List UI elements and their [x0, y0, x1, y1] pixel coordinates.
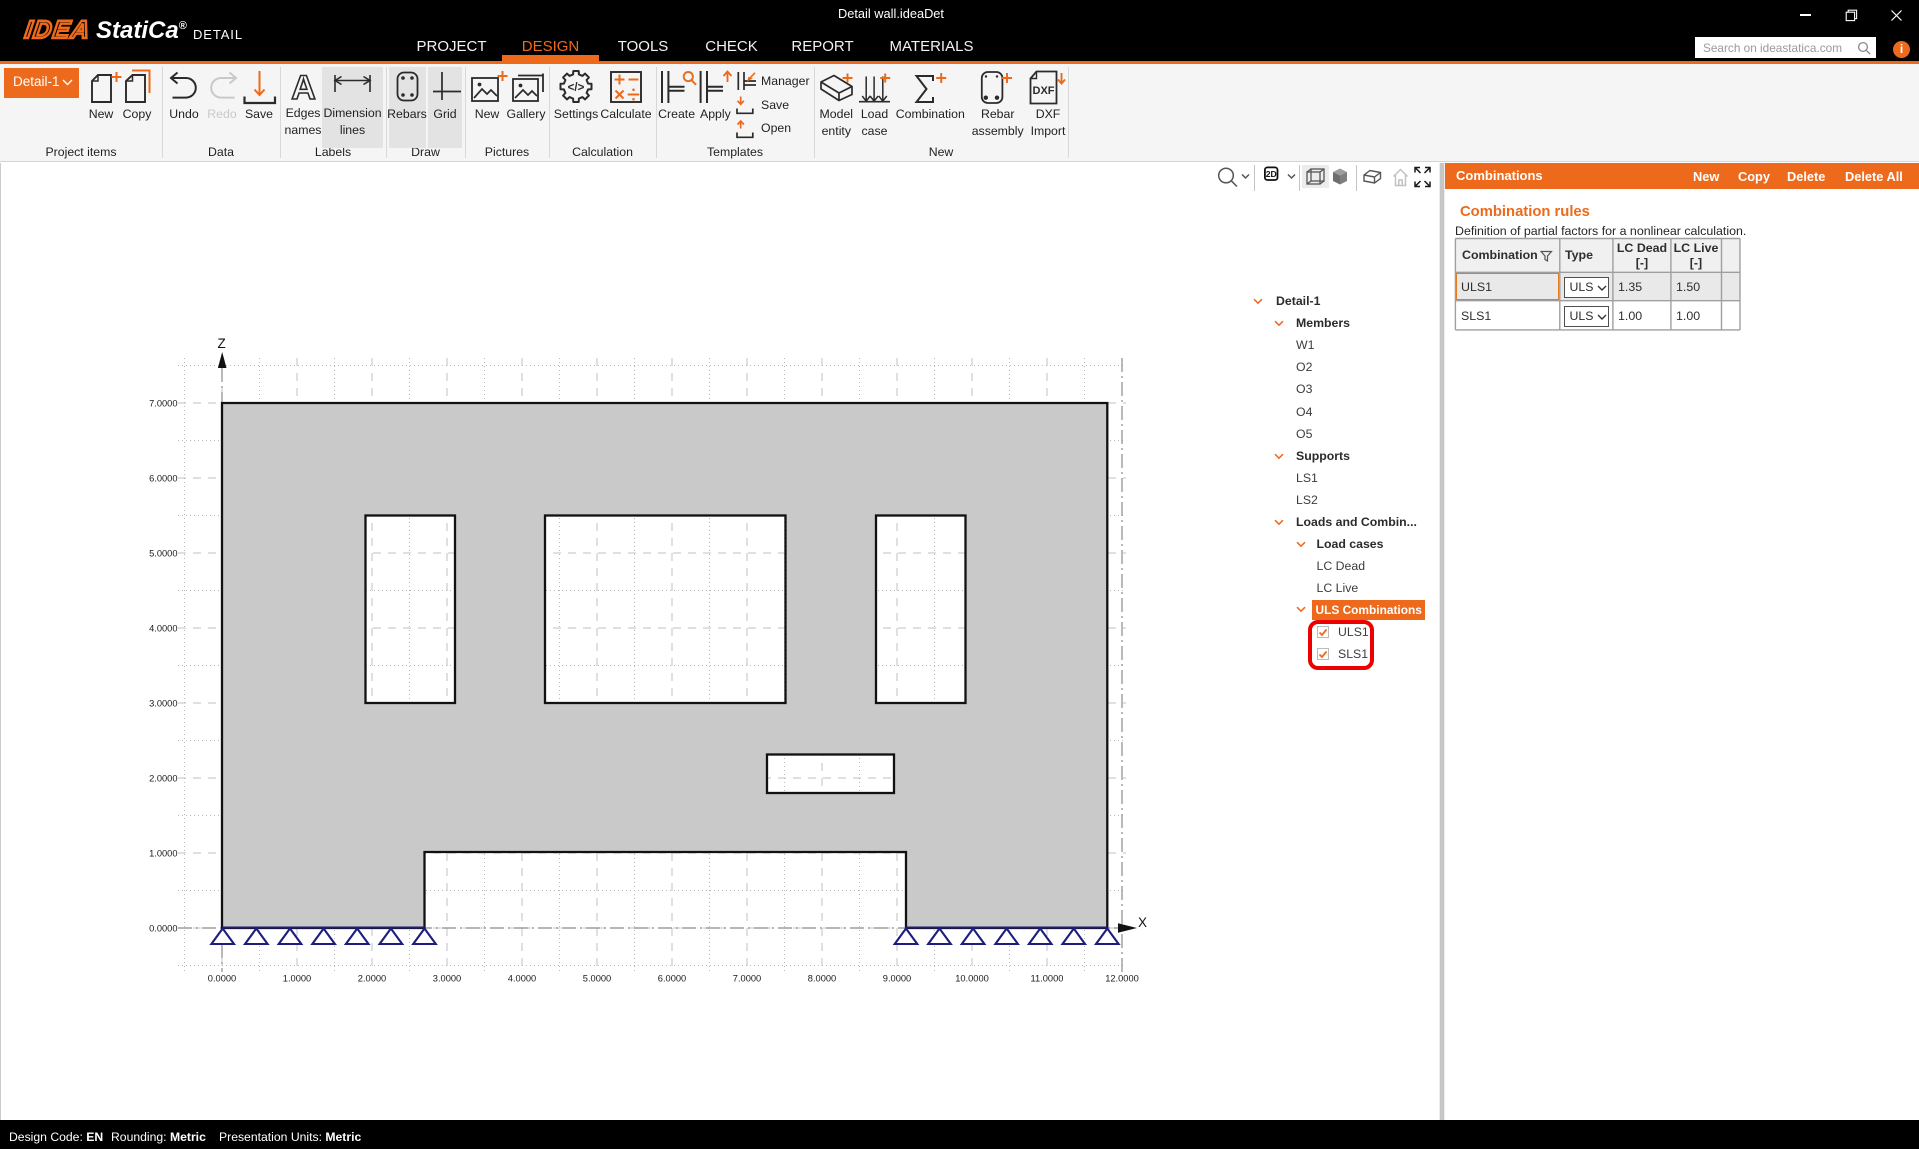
- svg-text:5.0000: 5.0000: [149, 548, 177, 558]
- svg-text:Z: Z: [218, 336, 226, 351]
- svg-text:2.0000: 2.0000: [358, 974, 386, 984]
- svg-text:11.0000: 11.0000: [1031, 974, 1064, 984]
- svg-text:10.0000: 10.0000: [955, 974, 989, 984]
- svg-text:6.0000: 6.0000: [149, 473, 177, 483]
- svg-text:8.0000: 8.0000: [808, 974, 836, 984]
- svg-text:1.0000: 1.0000: [283, 974, 311, 984]
- svg-text:2.0000: 2.0000: [149, 773, 177, 783]
- svg-text:0.0000: 0.0000: [208, 974, 236, 984]
- svg-text:4.0000: 4.0000: [508, 974, 536, 984]
- svg-text:4.0000: 4.0000: [149, 623, 177, 633]
- svg-text:5.0000: 5.0000: [583, 974, 611, 984]
- svg-text:1.0000: 1.0000: [149, 848, 177, 858]
- svg-text:7.0000: 7.0000: [733, 974, 761, 984]
- svg-text:7.0000: 7.0000: [149, 398, 177, 408]
- svg-text:9.0000: 9.0000: [883, 974, 911, 984]
- svg-text:0.0000: 0.0000: [149, 923, 177, 933]
- svg-text:3.0000: 3.0000: [433, 974, 461, 984]
- svg-text:6.0000: 6.0000: [658, 974, 686, 984]
- svg-text:12.0000: 12.0000: [1105, 974, 1139, 984]
- svg-text:X: X: [1138, 915, 1147, 930]
- svg-text:3.0000: 3.0000: [149, 698, 177, 708]
